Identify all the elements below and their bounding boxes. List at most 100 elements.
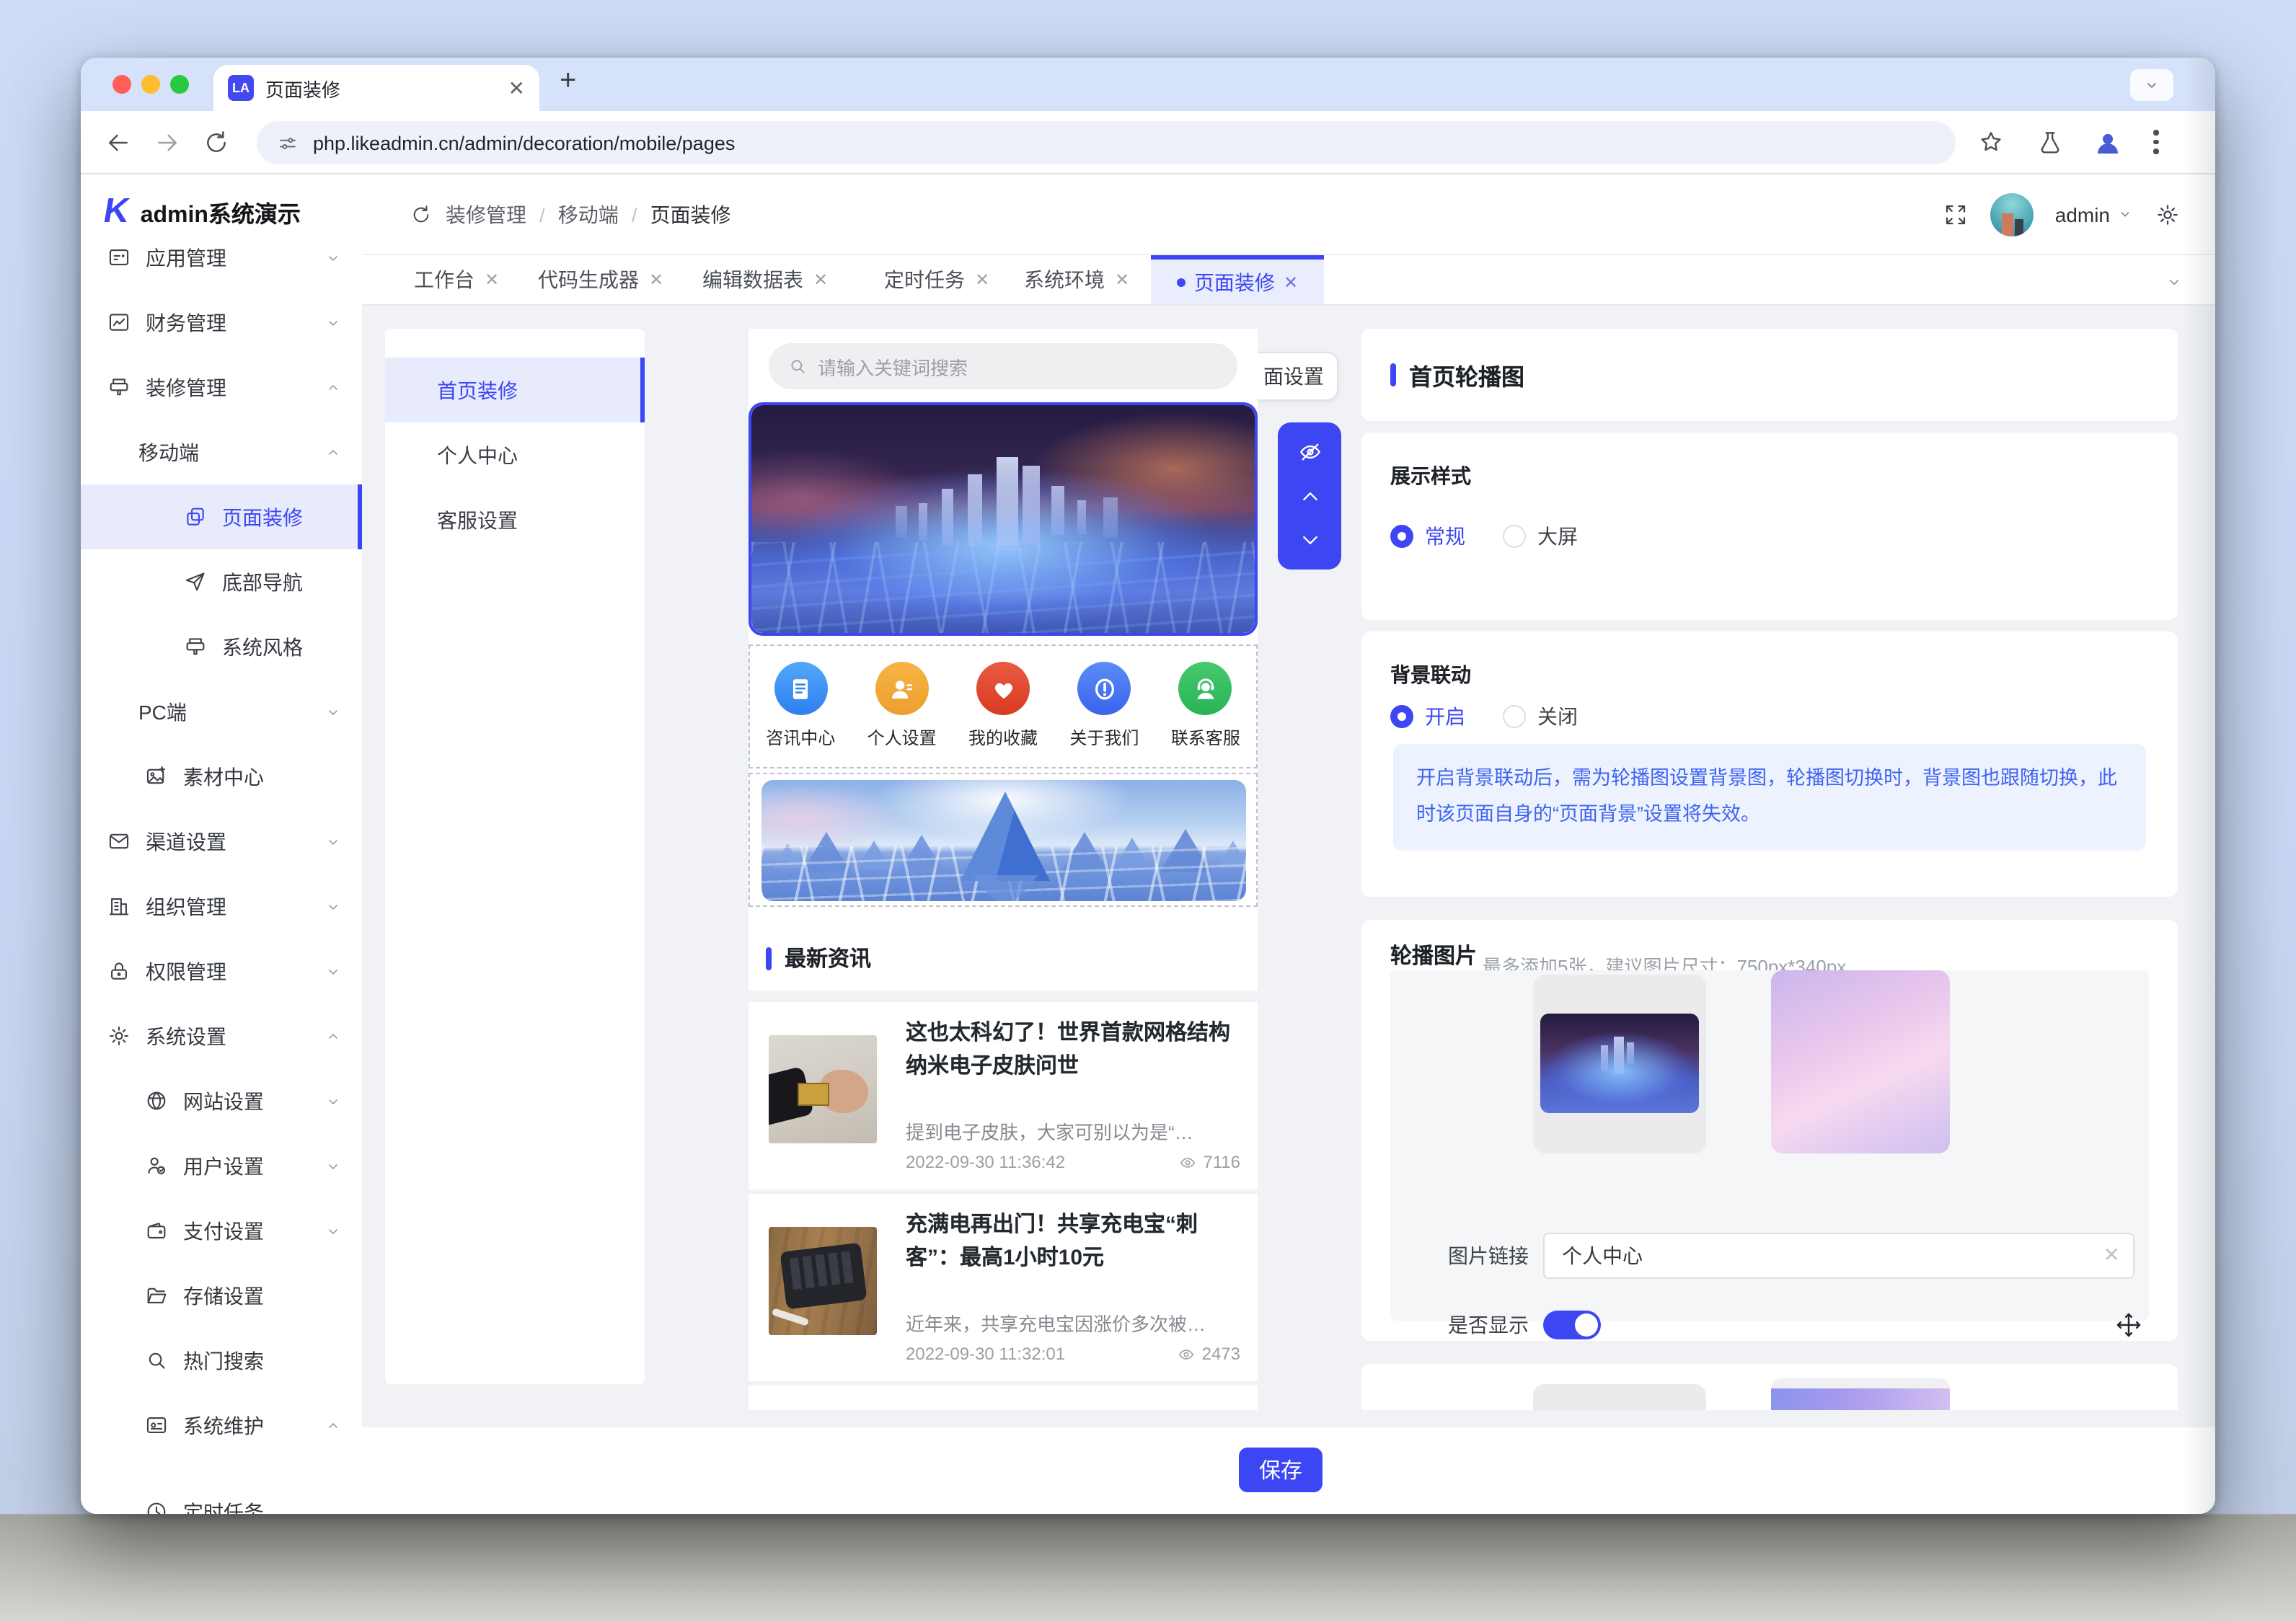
tab-edit-table[interactable]: 编辑数据表✕	[702, 255, 828, 304]
nav-item-personal[interactable]: 个人设置	[851, 646, 952, 767]
carousel-item-editor-2	[1361, 1364, 2178, 1410]
tab-code-generator[interactable]: 代码生成器✕	[538, 255, 663, 304]
carousel-images-label: 轮播图片	[1390, 940, 1477, 970]
browser-tab[interactable]: LA 页面装修 ✕	[213, 65, 539, 111]
background-link-tip: 开启背景联动后，需为轮播图设置背景图，轮播图切换时，背景图也跟随切换，此时该页面…	[1393, 744, 2146, 851]
chevron-down-icon	[2143, 76, 2160, 94]
sidebar-item-label: 页面装修	[222, 502, 303, 531]
sidebar-item-pc[interactable]: PC端	[81, 679, 362, 744]
radio-normal[interactable]: 常规	[1390, 522, 1465, 551]
tab-close-icon[interactable]: ✕	[649, 271, 663, 288]
sidebar-item-material-center[interactable]: 素材中心	[81, 744, 362, 809]
sidebar-item-finance[interactable]: 财务管理	[81, 290, 362, 355]
tab-search-button[interactable]	[2130, 69, 2173, 101]
fullscreen-icon[interactable]	[1943, 201, 1969, 227]
carousel-thumb-frame[interactable]	[1533, 1384, 1706, 1410]
carousel-thumb-background[interactable]	[1771, 1378, 1950, 1410]
widget-action-bar	[1278, 422, 1341, 570]
sidebar-item-hot-search[interactable]: 热门搜索	[81, 1328, 362, 1393]
breadcrumb-item[interactable]: 移动端	[558, 200, 619, 229]
image-link-input[interactable]	[1543, 1233, 2134, 1279]
news-item[interactable]: 充满电再出门！共享充电宝“刺客”：最高1小时10元 近年来，共享充电宝因涨价多次…	[749, 1194, 1258, 1381]
page-item-customer-service[interactable]: 客服设置	[385, 487, 645, 552]
sidebar-item-label: 财务管理	[146, 308, 226, 337]
save-button[interactable]: 保存	[1239, 1448, 1323, 1492]
carousel-banner-selected[interactable]	[749, 402, 1258, 636]
tab-scheduled-tasks[interactable]: 定时任务✕	[884, 255, 989, 304]
forward-icon[interactable]	[153, 128, 182, 157]
workspace-tabs: 工作台✕ 代码生成器✕ 编辑数据表✕ 定时任务✕ 系统环境✕ 页面装修✕	[362, 254, 2215, 306]
reload-icon[interactable]	[202, 128, 231, 157]
carousel-thumb-background[interactable]	[1771, 970, 1950, 1153]
tab-close-icon[interactable]: ✕	[508, 78, 525, 98]
user-menu[interactable]: admin	[2055, 203, 2133, 226]
radio-on[interactable]: 开启	[1390, 702, 1465, 731]
tab-close-icon[interactable]: ✕	[975, 271, 989, 288]
move-down-icon[interactable]	[1296, 526, 1323, 554]
sidebar-item-storage-settings[interactable]: 存储设置	[81, 1263, 362, 1328]
site-settings-icon[interactable]	[277, 132, 299, 154]
nav-item-news[interactable]: 咨讯中心	[750, 646, 851, 767]
nav-item-favorites[interactable]: 我的收藏	[953, 646, 1054, 767]
breadcrumb-item[interactable]: 装修管理	[446, 200, 526, 229]
news-section-header: 最新资讯	[749, 926, 1258, 991]
macos-close-button[interactable]	[112, 75, 131, 94]
url-bar[interactable]: php.likeadmin.cn/admin/decoration/mobile…	[257, 121, 1956, 164]
bookmark-star-icon[interactable]	[1977, 128, 2005, 156]
profile-icon[interactable]	[2093, 128, 2123, 159]
new-tab-button[interactable]: +	[560, 65, 576, 98]
drag-move-icon[interactable]	[2114, 1311, 2143, 1339]
sidebar-item-permission[interactable]: 权限管理	[81, 939, 362, 1003]
page-settings-button[interactable]: 面设置	[1249, 352, 1338, 401]
sidebar-item-system-style[interactable]: 系统风格	[81, 614, 362, 679]
tab-page-decoration-active[interactable]: 页面装修✕	[1151, 255, 1324, 304]
sidebar-item-user-settings[interactable]: 用户设置	[81, 1133, 362, 1198]
page-item-home[interactable]: 首页装修	[385, 358, 645, 422]
radio-off[interactable]: 关闭	[1503, 702, 1578, 731]
tabs-overflow-chevron-icon[interactable]	[2165, 272, 2184, 291]
show-toggle-switch[interactable]	[1543, 1311, 1601, 1339]
tab-system-env[interactable]: 系统环境✕	[1024, 255, 1129, 304]
sidebar-item-page-decoration[interactable]: 页面装修	[81, 484, 362, 549]
sidebar-item-label: 存储设置	[183, 1281, 264, 1310]
settings-gear-icon[interactable]	[2155, 201, 2181, 227]
news-item[interactable]: 这也太科幻了！世界首款网格结构纳米电子皮肤问世 提到电子皮肤，大家可别以为是“……	[749, 1002, 1258, 1189]
nav-item-about[interactable]: 关于我们	[1054, 646, 1154, 767]
sidebar-item-payment-settings[interactable]: 支付设置	[81, 1198, 362, 1263]
macos-zoom-button[interactable]	[170, 75, 189, 94]
tab-close-icon[interactable]: ✕	[1115, 271, 1129, 288]
sidebar-item-channel[interactable]: 渠道设置	[81, 809, 362, 874]
news-thumbnail	[769, 1035, 877, 1143]
sidebar-item-decoration[interactable]: 装修管理	[81, 355, 362, 420]
carousel-thumb-frame[interactable]	[1533, 975, 1706, 1153]
icon-nav-widget[interactable]: 咨讯中心 个人设置 我的收藏	[749, 644, 1258, 768]
preview-search-bar[interactable]: 请输入关键词搜索	[769, 343, 1237, 389]
refresh-icon[interactable]	[410, 203, 433, 226]
hide-eye-off-icon[interactable]	[1296, 439, 1323, 466]
sidebar-item-mobile[interactable]: 移动端	[81, 420, 362, 484]
page-settings-label: 面设置	[1263, 362, 1324, 391]
move-up-icon[interactable]	[1296, 482, 1323, 510]
tab-close-icon[interactable]: ✕	[485, 271, 499, 288]
sidebar-item-scheduled-tasks[interactable]: 定时任务	[81, 1479, 362, 1514]
nav-item-contact-service[interactable]: 联系客服	[1155, 646, 1256, 767]
radio-large-screen[interactable]: 大屏	[1503, 522, 1578, 551]
macos-minimize-button[interactable]	[141, 75, 160, 94]
user-avatar[interactable]	[1990, 192, 2034, 236]
sidebar-item-system-maintenance[interactable]: 系统维护	[81, 1393, 362, 1458]
carousel-banner-widget[interactable]	[749, 773, 1258, 907]
extension-flask-icon[interactable]	[2036, 128, 2064, 156]
tab-workbench[interactable]: 工作台✕	[414, 255, 499, 304]
sidebar-item-app-manage[interactable]: 应用管理	[81, 225, 362, 290]
tab-close-icon[interactable]: ✕	[813, 271, 828, 288]
sidebar-item-website-settings[interactable]: 网站设置	[81, 1068, 362, 1133]
tab-close-icon[interactable]: ✕	[1284, 273, 1298, 291]
sidebar-item-organization[interactable]: 组织管理	[81, 874, 362, 939]
copy-pages-icon	[183, 505, 208, 529]
sidebar-item-system-settings[interactable]: 系统设置	[81, 1003, 362, 1068]
sidebar-item-bottom-nav[interactable]: 底部导航	[81, 549, 362, 614]
browser-menu-icon[interactable]	[2153, 130, 2158, 154]
back-icon[interactable]	[104, 128, 133, 157]
clear-icon[interactable]: ✕	[2103, 1244, 2120, 1264]
page-item-personal-center[interactable]: 个人中心	[385, 422, 645, 487]
